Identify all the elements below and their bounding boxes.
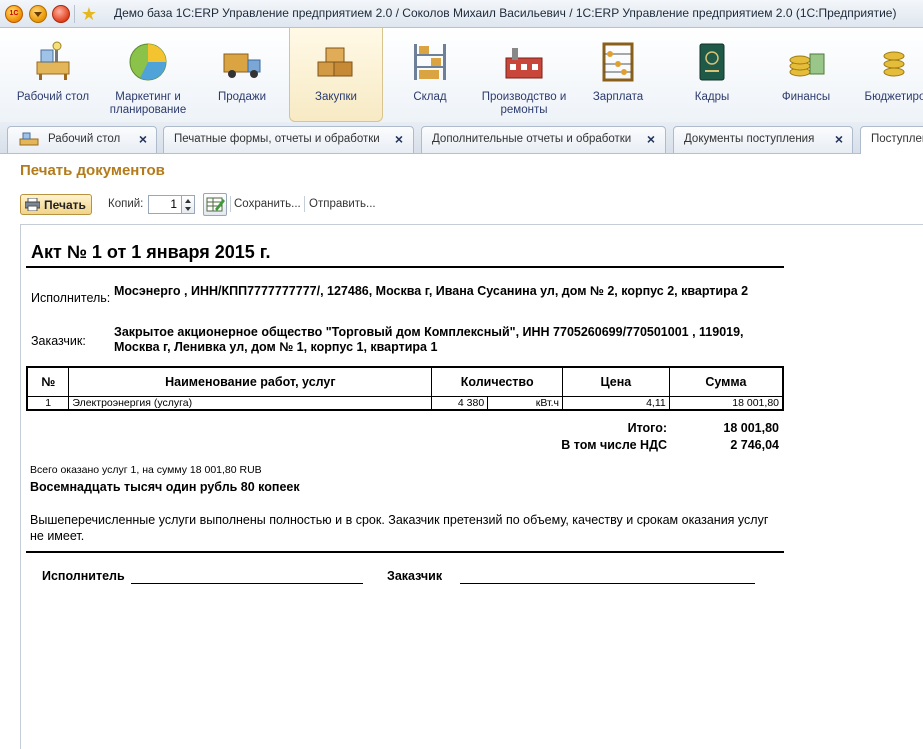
executor-value: Мосэнерго , ИНН/КПП7777777777/, 127486, … — [114, 284, 749, 298]
document-title: Акт № 1 от 1 января 2015 г. — [31, 242, 271, 262]
open-tabs-bar: Рабочий стол × Печатные формы, отчеты и … — [0, 122, 923, 154]
close-icon[interactable]: × — [136, 132, 150, 146]
customer-label: Заказчик: — [31, 334, 86, 348]
window-title: Демо база 1С:ERP Управление предприятием… — [114, 6, 897, 20]
section-desktop[interactable]: Рабочий стол — [12, 28, 94, 122]
row-price: 4,11 — [562, 395, 670, 411]
passport-icon — [699, 43, 725, 81]
printer-icon — [25, 198, 40, 211]
copies-label: Копий: — [108, 198, 144, 210]
close-icon[interactable]: × — [832, 132, 846, 146]
section-warehouse[interactable]: Склад — [390, 28, 470, 122]
row-number: 1 — [26, 395, 70, 411]
column-header: Цена — [562, 366, 670, 397]
desktop-icon — [36, 41, 70, 80]
coins-icon — [789, 53, 825, 77]
section-hr[interactable]: Кадры — [672, 28, 752, 122]
form-title: Печать документов — [20, 162, 165, 179]
section-production[interactable]: Производство и ремонты — [480, 28, 568, 122]
column-header: Наименование работ, услуг — [68, 366, 433, 397]
budget-coins-icon — [883, 51, 905, 77]
tab-label: Печатные формы, отчеты и обработки — [174, 133, 380, 145]
star-icon[interactable]: ★ — [79, 4, 99, 24]
section-label: Производство и ремонты — [481, 91, 567, 116]
row-quantity: 4 380 — [431, 395, 489, 411]
summary-total-text: Всего оказано услуг 1, на сумму 18 001,8… — [30, 464, 262, 476]
copies-stepper[interactable] — [182, 195, 195, 214]
total-label: Итого: — [627, 421, 667, 435]
tab-label: Дополнительные отчеты и обработки — [432, 133, 632, 145]
abacus-icon — [602, 42, 634, 82]
edit-table-icon — [206, 197, 225, 212]
section-marketing[interactable]: Маркетинг и планирование — [106, 28, 190, 122]
section-label: Бюджетиров — [864, 91, 923, 103]
section-finance[interactable]: Финансы — [766, 28, 846, 122]
sections-panel: Рабочий стол Маркетинг и планирование Пр… — [0, 28, 923, 122]
column-header: Количество — [431, 366, 564, 397]
sign-executor-line — [131, 583, 363, 584]
total-value: 18 001,80 — [723, 421, 779, 435]
sign-executor-label: Исполнитель — [42, 569, 125, 583]
edit-document-button[interactable] — [203, 193, 227, 216]
close-icon[interactable]: × — [392, 132, 406, 146]
tab-print-forms[interactable]: Печатные формы, отчеты и обработки × — [163, 126, 414, 153]
column-header: Сумма — [668, 366, 784, 397]
truck-icon — [223, 53, 261, 78]
warehouse-shelf-icon — [414, 44, 446, 80]
save-button[interactable]: Сохранить... — [234, 198, 301, 210]
vat-label: В том числе НДС — [561, 438, 667, 452]
tab-desktop[interactable]: Рабочий стол × — [7, 126, 157, 153]
section-label: Кадры — [694, 91, 730, 103]
copies-input[interactable]: 1 — [148, 195, 182, 214]
section-label: Рабочий стол — [16, 91, 90, 103]
tab-receipt-current[interactable]: Поступлен — [860, 126, 923, 154]
main-menu-button[interactable] — [29, 5, 47, 23]
boxes-icon — [317, 47, 353, 77]
vat-value: 2 746,04 — [730, 438, 779, 452]
row-sum: 18 001,80 — [668, 395, 784, 411]
tab-label: Поступлен — [871, 133, 923, 145]
row-name: Электроэнергия (услуга) — [68, 395, 433, 411]
factory-icon — [505, 48, 543, 79]
summary-divider — [26, 551, 784, 553]
row-unit: кВт.ч — [487, 395, 564, 411]
section-label: Маркетинг и планирование — [109, 91, 187, 116]
customer-value: Закрытое акционерное общество "Торговый … — [114, 325, 744, 354]
section-label: Закупки — [315, 91, 357, 103]
summary-amount-words: Восемнадцать тысяч один рубль 80 копеек — [30, 480, 300, 494]
form-toolbar: Печать Копий: 1 Сохранить... Отправить..… — [0, 190, 923, 220]
sign-customer-label: Заказчик — [387, 569, 443, 583]
send-button[interactable]: Отправить... — [309, 198, 376, 210]
desktop-icon — [19, 132, 39, 146]
toolbar-separator — [304, 196, 305, 212]
sign-customer-line — [460, 583, 755, 584]
title-separator — [74, 5, 75, 23]
app-logo-icon[interactable]: 1С — [5, 5, 23, 23]
section-label: Склад — [413, 91, 447, 103]
tab-receipt-documents[interactable]: Документы поступления × — [673, 126, 853, 153]
section-label: Финансы — [781, 91, 831, 103]
tab-label: Документы поступления — [684, 133, 815, 145]
print-button-label: Печать — [44, 198, 86, 212]
close-icon[interactable] — [52, 5, 70, 23]
executor-label: Исполнитель: — [31, 291, 111, 305]
tab-additional-reports[interactable]: Дополнительные отчеты и обработки × — [421, 126, 666, 153]
section-purchases[interactable]: Закупки — [289, 28, 383, 122]
toolbar-separator — [230, 196, 231, 212]
services-table: № Наименование работ, услуг Количество Ц… — [26, 366, 784, 411]
column-header: № — [26, 366, 70, 397]
title-bar: 1С ★ Демо база 1С:ERP Управление предпри… — [0, 0, 923, 28]
tab-label: Рабочий стол — [48, 133, 121, 145]
section-sales[interactable]: Продажи — [202, 28, 282, 122]
title-divider — [26, 266, 784, 268]
close-icon[interactable]: × — [644, 132, 658, 146]
table-row: 1 Электроэнергия (услуга) 4 380 кВт.ч 4,… — [26, 395, 784, 411]
pie-chart-icon — [129, 43, 167, 81]
section-budgeting[interactable]: Бюджетиров — [858, 28, 923, 122]
section-label: Продажи — [217, 91, 267, 103]
section-label: Зарплата — [592, 91, 644, 103]
summary-note: Вышеперечисленные услуги выполнены полно… — [30, 513, 769, 543]
section-salary[interactable]: Зарплата — [578, 28, 658, 122]
print-button[interactable]: Печать — [20, 194, 92, 215]
